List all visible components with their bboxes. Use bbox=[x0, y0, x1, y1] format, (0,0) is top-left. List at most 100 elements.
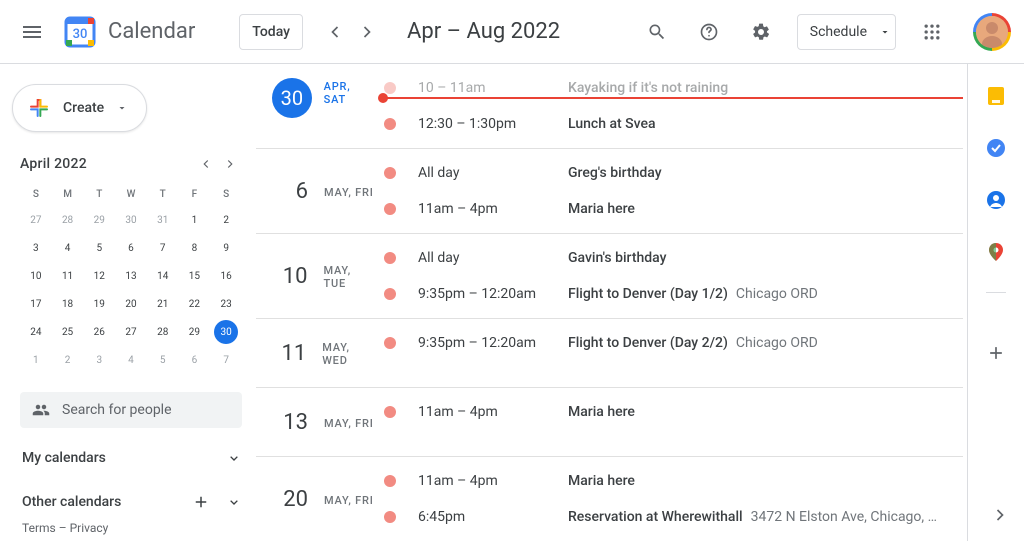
next-period-button[interactable] bbox=[351, 16, 383, 48]
event-row[interactable]: All dayGreg's birthday bbox=[376, 155, 963, 191]
event-row[interactable]: 11am – 4pmMaria here bbox=[376, 394, 963, 430]
minical-day[interactable]: 26 bbox=[83, 320, 115, 344]
minical-day[interactable]: 15 bbox=[179, 264, 211, 288]
today-button[interactable]: Today bbox=[239, 14, 303, 50]
minical-day[interactable]: 8 bbox=[179, 236, 211, 260]
my-calendars-toggle[interactable]: My calendars bbox=[0, 432, 256, 468]
chevron-down-icon bbox=[226, 448, 242, 468]
minical-day[interactable]: 3 bbox=[20, 236, 52, 260]
minical-day[interactable]: 29 bbox=[83, 208, 115, 232]
event-time: 10 – 11am bbox=[418, 80, 568, 96]
day-header[interactable]: 13MAY, FRI bbox=[256, 388, 376, 456]
minical-day[interactable]: 27 bbox=[20, 208, 52, 232]
minical-day[interactable]: 23 bbox=[210, 292, 242, 316]
minical-day[interactable]: 14 bbox=[147, 264, 179, 288]
minical-day[interactable]: 6 bbox=[179, 348, 211, 372]
day-header[interactable]: 6MAY, FRI bbox=[256, 149, 376, 233]
day-header[interactable]: 20MAY, FRI bbox=[256, 457, 376, 541]
minical-day[interactable]: 28 bbox=[52, 208, 84, 232]
event-row[interactable]: All dayGavin's birthday bbox=[376, 240, 963, 276]
event-time: 12:30 – 1:30pm bbox=[418, 116, 568, 132]
minical-day[interactable]: 17 bbox=[20, 292, 52, 316]
day-header[interactable]: 10MAY, TUE bbox=[256, 234, 376, 318]
minical-day[interactable]: 22 bbox=[179, 292, 211, 316]
day-block: 11MAY, WED9:35pm – 12:20amFlight to Denv… bbox=[256, 319, 963, 388]
minical-day[interactable]: 1 bbox=[20, 348, 52, 372]
tasks-app-button[interactable] bbox=[976, 128, 1016, 168]
minical-next-button[interactable] bbox=[218, 152, 242, 176]
support-button[interactable] bbox=[685, 8, 733, 56]
event-time: 9:35pm – 12:20am bbox=[418, 286, 568, 302]
minical-day[interactable]: 24 bbox=[20, 320, 52, 344]
google-apps-button[interactable] bbox=[908, 8, 956, 56]
day-number: 30 bbox=[272, 78, 312, 118]
account-avatar[interactable] bbox=[976, 16, 1008, 48]
minical-day[interactable]: 9 bbox=[210, 236, 242, 260]
event-color-dot bbox=[384, 511, 396, 523]
minical-day[interactable]: 13 bbox=[115, 264, 147, 288]
minical-day[interactable]: 3 bbox=[83, 348, 115, 372]
main-menu-button[interactable] bbox=[8, 8, 56, 56]
event-row[interactable]: 11am – 4pmMaria here bbox=[376, 191, 963, 227]
day-header[interactable]: 30APR, SAT bbox=[256, 64, 376, 148]
minical-day[interactable]: 31 bbox=[147, 208, 179, 232]
minical-day[interactable]: 5 bbox=[83, 236, 115, 260]
view-switcher[interactable]: Schedule bbox=[797, 14, 896, 50]
search-people-input[interactable]: Search for people bbox=[20, 392, 242, 428]
terms-link[interactable]: Terms bbox=[22, 521, 56, 535]
minical-day[interactable]: 20 bbox=[115, 292, 147, 316]
minical-day[interactable]: 21 bbox=[147, 292, 179, 316]
minical-day[interactable]: 27 bbox=[115, 320, 147, 344]
minical-day[interactable]: 25 bbox=[52, 320, 84, 344]
create-button[interactable]: Create bbox=[12, 84, 147, 132]
contacts-app-button[interactable] bbox=[976, 180, 1016, 220]
event-row[interactable]: 12:30 – 1:30pmLunch at Svea bbox=[376, 106, 963, 142]
minical-day[interactable]: 2 bbox=[210, 208, 242, 232]
event-row[interactable]: 9:35pm – 12:20amFlight to Denver (Day 2/… bbox=[376, 325, 963, 361]
minical-day[interactable]: 16 bbox=[210, 264, 242, 288]
minical-day[interactable]: 5 bbox=[147, 348, 179, 372]
minical-day[interactable]: 12 bbox=[83, 264, 115, 288]
minical-day[interactable]: 2 bbox=[52, 348, 84, 372]
event-time: All day bbox=[418, 250, 568, 266]
day-weekday-label: MAY, WED bbox=[322, 339, 376, 367]
hide-panel-button[interactable] bbox=[990, 505, 1010, 529]
day-block: 13MAY, FRI11am – 4pmMaria here bbox=[256, 388, 963, 457]
event-row[interactable]: 6:45pmReservation at Wherewithall3472 N … bbox=[376, 499, 963, 535]
minical-day[interactable]: 7 bbox=[147, 236, 179, 260]
keep-app-button[interactable] bbox=[976, 76, 1016, 116]
other-calendars-toggle[interactable]: Other calendars bbox=[0, 468, 256, 512]
minical-day[interactable]: 30 bbox=[210, 320, 242, 344]
minical-day[interactable]: 18 bbox=[52, 292, 84, 316]
app-logo[interactable]: 30 Calendar bbox=[60, 12, 195, 52]
minical-day[interactable]: 29 bbox=[179, 320, 211, 344]
maps-app-button[interactable] bbox=[976, 232, 1016, 272]
minical-prev-button[interactable] bbox=[194, 152, 218, 176]
search-button[interactable] bbox=[633, 8, 681, 56]
minical-day[interactable]: 19 bbox=[83, 292, 115, 316]
event-row[interactable]: 10 – 11amKayaking if it's not raining bbox=[376, 70, 963, 106]
create-label: Create bbox=[63, 100, 104, 116]
minical-day[interactable]: 28 bbox=[147, 320, 179, 344]
minical-day[interactable]: 11 bbox=[52, 264, 84, 288]
minical-day[interactable]: 7 bbox=[210, 348, 242, 372]
settings-button[interactable] bbox=[737, 8, 785, 56]
minical-day[interactable]: 30 bbox=[115, 208, 147, 232]
search-icon bbox=[647, 22, 667, 42]
minical-day[interactable]: 4 bbox=[52, 236, 84, 260]
day-header[interactable]: 11MAY, WED bbox=[256, 319, 376, 387]
minical-day[interactable]: 1 bbox=[179, 208, 211, 232]
day-block: 20MAY, FRI11am – 4pmMaria here6:45pmRese… bbox=[256, 457, 963, 541]
event-row[interactable]: 9:35pm – 12:20amFlight to Denver (Day 1/… bbox=[376, 276, 963, 312]
prev-period-button[interactable] bbox=[319, 16, 351, 48]
minical-day[interactable]: 4 bbox=[115, 348, 147, 372]
add-calendar-button[interactable] bbox=[192, 492, 210, 512]
minical-day[interactable]: 6 bbox=[115, 236, 147, 260]
maps-icon bbox=[986, 242, 1006, 262]
get-addons-button[interactable] bbox=[976, 333, 1016, 373]
privacy-link[interactable]: Privacy bbox=[70, 521, 109, 535]
chevron-right-icon bbox=[223, 154, 237, 174]
event-color-dot bbox=[384, 167, 396, 179]
event-row[interactable]: 11am – 4pmMaria here bbox=[376, 463, 963, 499]
minical-day[interactable]: 10 bbox=[20, 264, 52, 288]
